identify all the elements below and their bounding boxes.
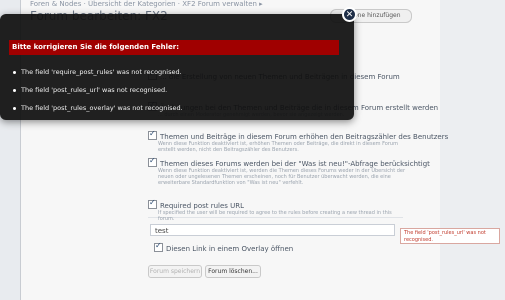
error-list: The field 'require_post_rules' was not r… [12, 68, 183, 122]
error-dialog: Bitte korrigieren Sie die folgenden Fehl… [0, 14, 354, 120]
error-item: The field 'require_post_rules' was not r… [12, 68, 183, 76]
error-item: The field 'post_rules_url' was not recog… [12, 86, 183, 94]
error-dialog-heading: Bitte korrigieren Sie die folgenden Fehl… [9, 40, 339, 55]
error-item: The field 'post_rules_overlay' was not r… [12, 104, 183, 112]
close-icon[interactable]: ✕ [342, 7, 357, 22]
